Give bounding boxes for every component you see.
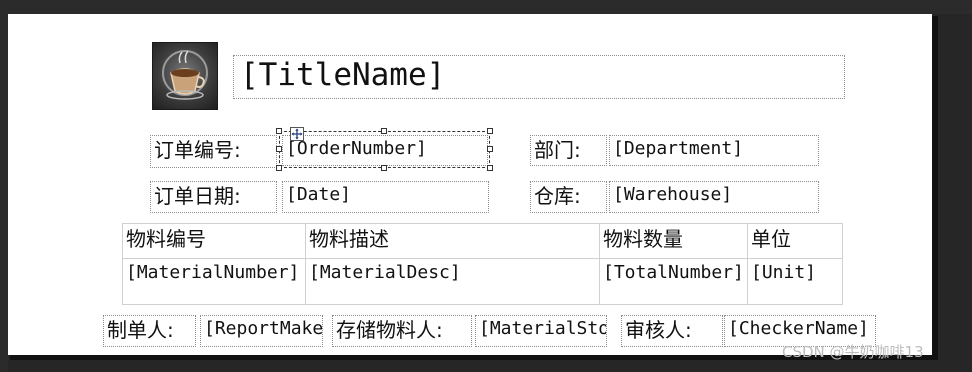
header-unit[interactable]: 单位 bbox=[747, 223, 843, 259]
maker-field[interactable]: [ReportMake bbox=[200, 315, 323, 347]
storage-label-box[interactable]: 存储物料人: bbox=[332, 315, 472, 347]
resize-handle-right[interactable] bbox=[487, 146, 493, 152]
order-date-label-box[interactable]: 订单日期: bbox=[150, 181, 277, 213]
storage-label: 存储物料人: bbox=[336, 318, 443, 342]
order-number-label: 订单编号: bbox=[154, 138, 241, 162]
order-number-field[interactable]: [OrderNumber] bbox=[282, 135, 488, 166]
table-header-row: 物料编号 物料描述 物料数量 单位 bbox=[122, 223, 843, 259]
warehouse-label-box[interactable]: 仓库: bbox=[530, 181, 607, 213]
warehouse-field[interactable]: [Warehouse] bbox=[609, 181, 819, 213]
department-field[interactable]: [Department] bbox=[609, 135, 819, 166]
order-number-label-box[interactable]: 订单编号: bbox=[150, 135, 277, 168]
warehouse-value: [Warehouse] bbox=[613, 184, 733, 205]
department-value: [Department] bbox=[613, 138, 744, 159]
header-material-number[interactable]: 物料编号 bbox=[122, 223, 306, 259]
title-textbox[interactable]: [TitleName] bbox=[233, 55, 845, 99]
order-date-value: [Date] bbox=[286, 184, 352, 205]
maker-label-box[interactable]: 制单人: bbox=[103, 315, 196, 347]
cell-material-number[interactable]: [MaterialNumber] bbox=[122, 258, 306, 305]
warehouse-label: 仓库: bbox=[534, 184, 581, 208]
checker-value: [CheckerName] bbox=[728, 318, 869, 339]
canvas-shadow-right bbox=[932, 16, 938, 357]
logo-image[interactable] bbox=[152, 42, 218, 110]
order-number-value: [OrderNumber] bbox=[286, 138, 427, 159]
storage-value: [MaterialSto bbox=[479, 318, 607, 339]
cell-unit[interactable]: [Unit] bbox=[747, 258, 843, 305]
material-table[interactable]: 物料编号 物料描述 物料数量 单位 [MaterialNumber] [Mate… bbox=[122, 223, 843, 305]
storage-field[interactable]: [MaterialSto bbox=[475, 315, 607, 347]
watermark: CSDN @牛奶咖啡13 bbox=[782, 343, 924, 361]
resize-handle-top-left[interactable] bbox=[276, 128, 282, 134]
maker-value: [ReportMake bbox=[204, 318, 323, 339]
checker-label: 审核人: bbox=[625, 318, 692, 342]
resize-handle-bottom-right[interactable] bbox=[487, 165, 493, 171]
header-material-desc[interactable]: 物料描述 bbox=[305, 223, 600, 259]
coffee-cup-icon bbox=[162, 50, 208, 100]
designer-top-bar bbox=[0, 0, 972, 14]
department-label: 部门: bbox=[534, 138, 581, 162]
resize-handle-top-right[interactable] bbox=[487, 128, 493, 134]
resize-handle-bottom-left[interactable] bbox=[276, 165, 282, 171]
order-date-label: 订单日期: bbox=[154, 184, 241, 208]
department-label-box[interactable]: 部门: bbox=[530, 135, 607, 166]
resize-handle-left[interactable] bbox=[276, 146, 282, 152]
resize-handle-bottom[interactable] bbox=[381, 165, 387, 171]
table-row: [MaterialNumber] [MaterialDesc] [TotalNu… bbox=[122, 258, 843, 305]
header-total-number[interactable]: 物料数量 bbox=[599, 223, 748, 259]
move-arrows-icon[interactable] bbox=[290, 127, 304, 141]
checker-label-box[interactable]: 审核人: bbox=[621, 315, 723, 347]
order-date-field[interactable]: [Date] bbox=[282, 181, 489, 213]
cell-material-desc[interactable]: [MaterialDesc] bbox=[305, 258, 600, 305]
designer-left-bar bbox=[0, 0, 8, 372]
cell-total-number[interactable]: [TotalNumber] bbox=[599, 258, 748, 305]
report-title: [TitleName] bbox=[240, 57, 446, 93]
resize-handle-top[interactable] bbox=[381, 128, 387, 134]
maker-label: 制单人: bbox=[107, 318, 174, 342]
